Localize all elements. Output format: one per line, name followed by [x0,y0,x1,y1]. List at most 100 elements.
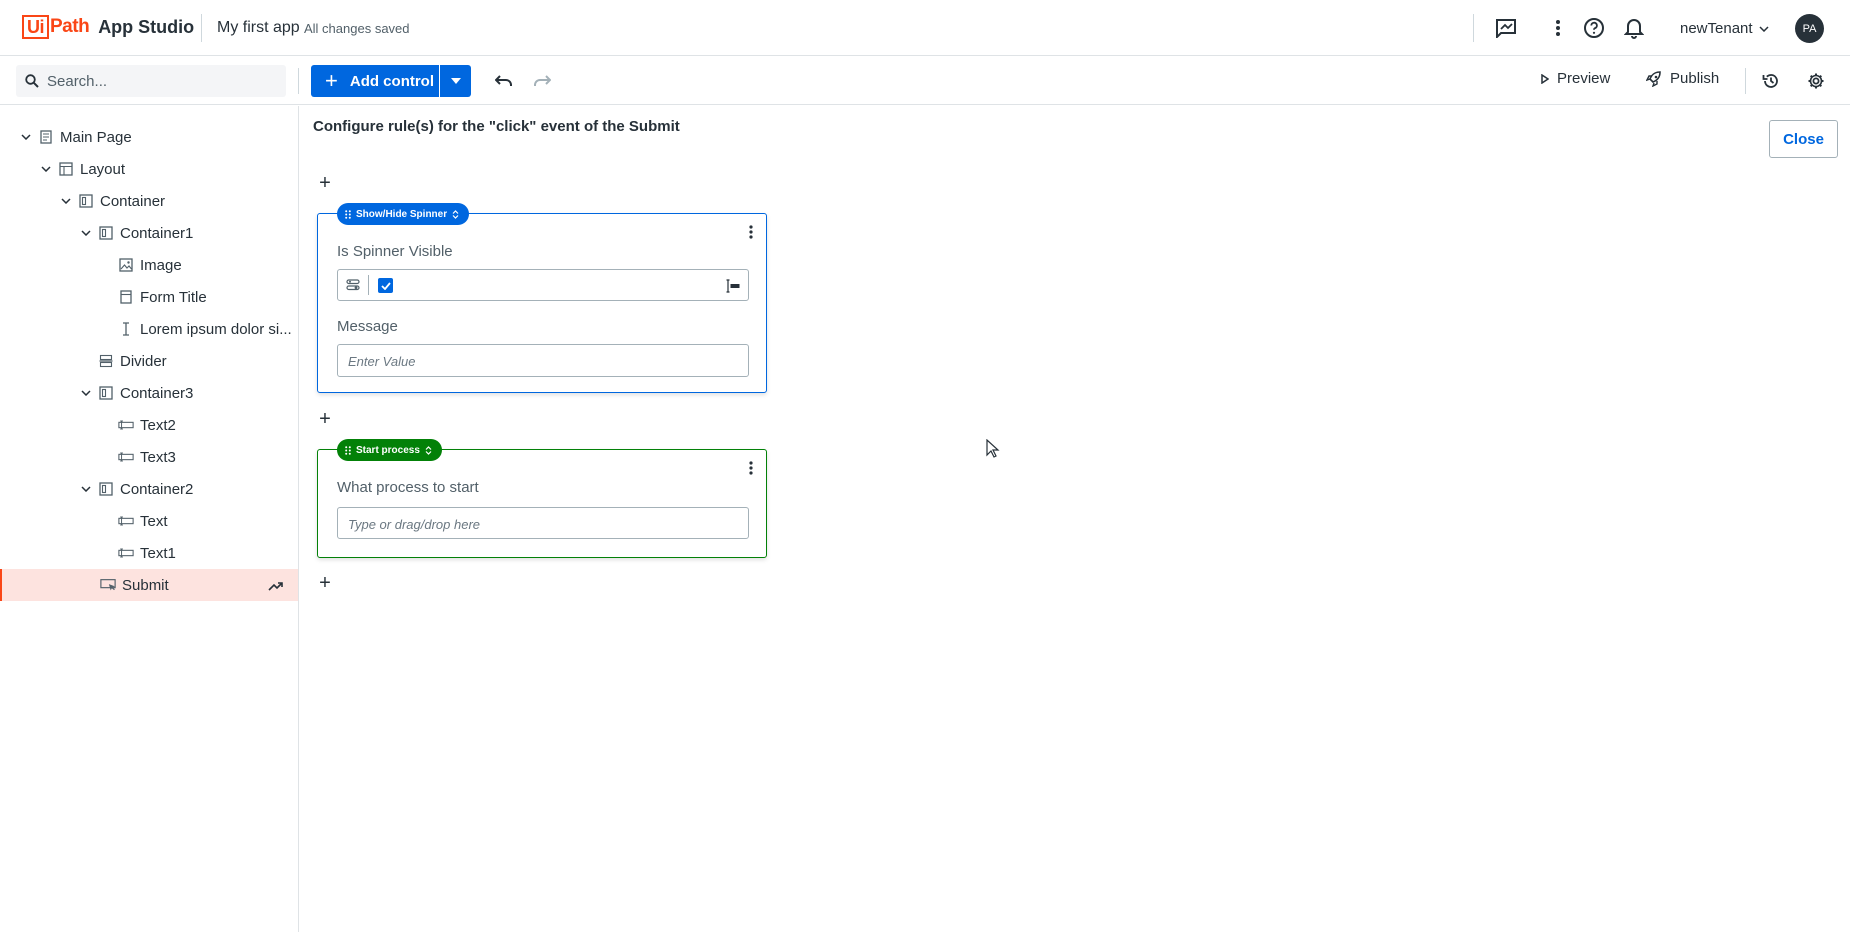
settings-gear-icon[interactable] [1802,67,1830,95]
chevron-down-icon[interactable] [80,387,92,399]
field-divider [368,275,369,295]
search-box[interactable] [16,65,286,97]
chevron-down-icon[interactable] [80,483,92,495]
tree-item-label: Container2 [120,480,194,498]
search-input[interactable] [45,66,275,96]
tree-item-label: Main Page [60,128,132,146]
textbox-icon [118,513,134,529]
text-cursor-icon [118,321,134,337]
add-rule-button[interactable]: + [318,573,332,593]
more-vertical-icon[interactable] [1544,14,1572,42]
tree-item[interactable]: Main Page [0,121,298,153]
toolbar: + Add control Preview Publish [0,56,1850,105]
field-label: Message [337,318,398,335]
tree-item-label: Text2 [140,416,176,434]
tenant-selector[interactable]: newTenant [1680,20,1769,37]
tree-item-label: Container1 [120,224,194,242]
tree-item[interactable]: Container2 [0,473,298,505]
tree-item-label: Layout [80,160,126,178]
message-field[interactable] [337,344,749,377]
tenant-name: newTenant [1680,20,1753,37]
rule-menu-icon[interactable] [746,224,756,240]
tree-item[interactable]: Form Title [0,281,298,313]
app-header: Ui Path App Studio My first app All chan… [0,0,1850,56]
close-button[interactable]: Close [1769,120,1838,158]
tree-item[interactable]: Text1 [0,537,298,569]
chevron-down-icon[interactable] [20,131,32,143]
rule-pill[interactable]: Start process [337,439,442,461]
version-history-icon[interactable] [1757,67,1785,95]
rule-card-show-hide-spinner[interactable]: Show/Hide Spinner Is Spinner Visible Mes… [317,203,767,393]
layout-icon [58,161,74,177]
checkbox-checked[interactable] [378,278,393,293]
tree-item[interactable]: Lorem ipsum dolor si... [0,313,298,345]
help-icon[interactable] [1580,14,1608,42]
header-divider [201,14,202,42]
rocket-icon [1646,70,1661,87]
logo-ui: Ui [22,15,49,39]
tree-item-label: Container [100,192,166,210]
publish-label: Publish [1670,70,1720,87]
tree-item-label: Divider [120,352,167,370]
chevron-down-icon [1759,25,1769,32]
tree-item[interactable]: Submit [0,569,298,601]
expression-editor-icon[interactable] [726,279,740,293]
add-rule-button[interactable]: + [318,409,332,429]
feedback-icon[interactable] [1492,14,1520,42]
process-field[interactable] [337,507,749,539]
user-avatar[interactable]: PA [1795,14,1824,43]
container-icon [98,385,114,401]
chevron-down-icon[interactable] [60,195,72,207]
textbox-icon [118,417,134,433]
publish-button[interactable]: Publish [1646,70,1719,87]
add-rule-button[interactable]: + [318,173,332,193]
redo-icon[interactable] [528,67,556,95]
tree-item[interactable]: Image [0,249,298,281]
trending-up-icon[interactable] [268,578,284,595]
add-control-label: Add control [349,72,435,90]
uipath-logo[interactable]: Ui Path App Studio [22,15,194,39]
toggle-mode-icon[interactable] [346,279,360,291]
tree-item[interactable]: Text2 [0,409,298,441]
add-control-dropdown-button[interactable] [440,65,471,97]
container-icon [98,481,114,497]
collapse-chevron-icon[interactable] [425,445,432,455]
toolbar-divider [298,68,299,94]
tree-item-label: Lorem ipsum dolor si... [140,320,292,338]
tree-item[interactable]: Text3 [0,441,298,473]
tree-item[interactable]: Layout [0,153,298,185]
header-divider [1473,14,1474,42]
spinner-visible-field[interactable] [337,269,749,301]
notifications-bell-icon[interactable] [1620,14,1648,42]
app-name[interactable]: My first app [217,19,300,37]
rule-card-start-process[interactable]: Start process What process to start [317,439,767,558]
product-name: App Studio [98,16,195,37]
field-label: Is Spinner Visible [337,243,453,260]
image-icon [118,257,134,273]
tree-item[interactable]: Divider [0,345,298,377]
collapse-chevron-icon[interactable] [452,209,459,219]
rule-menu-icon[interactable] [746,460,756,476]
chevron-down-icon[interactable] [40,163,52,175]
undo-icon[interactable] [490,67,518,95]
header-icon [118,289,134,305]
rule-name: Show/Hide Spinner [356,208,448,220]
textbox-icon [118,449,134,465]
play-icon [1541,73,1549,84]
logo-path: Path [50,16,90,37]
preview-button[interactable]: Preview [1541,70,1610,87]
control-tree-panel: Main Page Layout Container Container1 Image F… [0,106,299,932]
message-input[interactable] [346,351,736,371]
add-control-button[interactable]: + Add control [311,65,439,97]
tree-item[interactable]: Container3 [0,377,298,409]
tree-item[interactable]: Container1 [0,217,298,249]
tree-item-label: Container3 [120,384,194,402]
caret-down-icon [450,78,461,84]
rule-pill[interactable]: Show/Hide Spinner [337,203,470,225]
tree-item[interactable]: Text [0,505,298,537]
drag-handle-icon [345,209,351,219]
checkmark-icon [380,281,391,290]
tree-item[interactable]: Container [0,185,298,217]
chevron-down-icon[interactable] [80,227,92,239]
process-input[interactable] [346,514,736,534]
